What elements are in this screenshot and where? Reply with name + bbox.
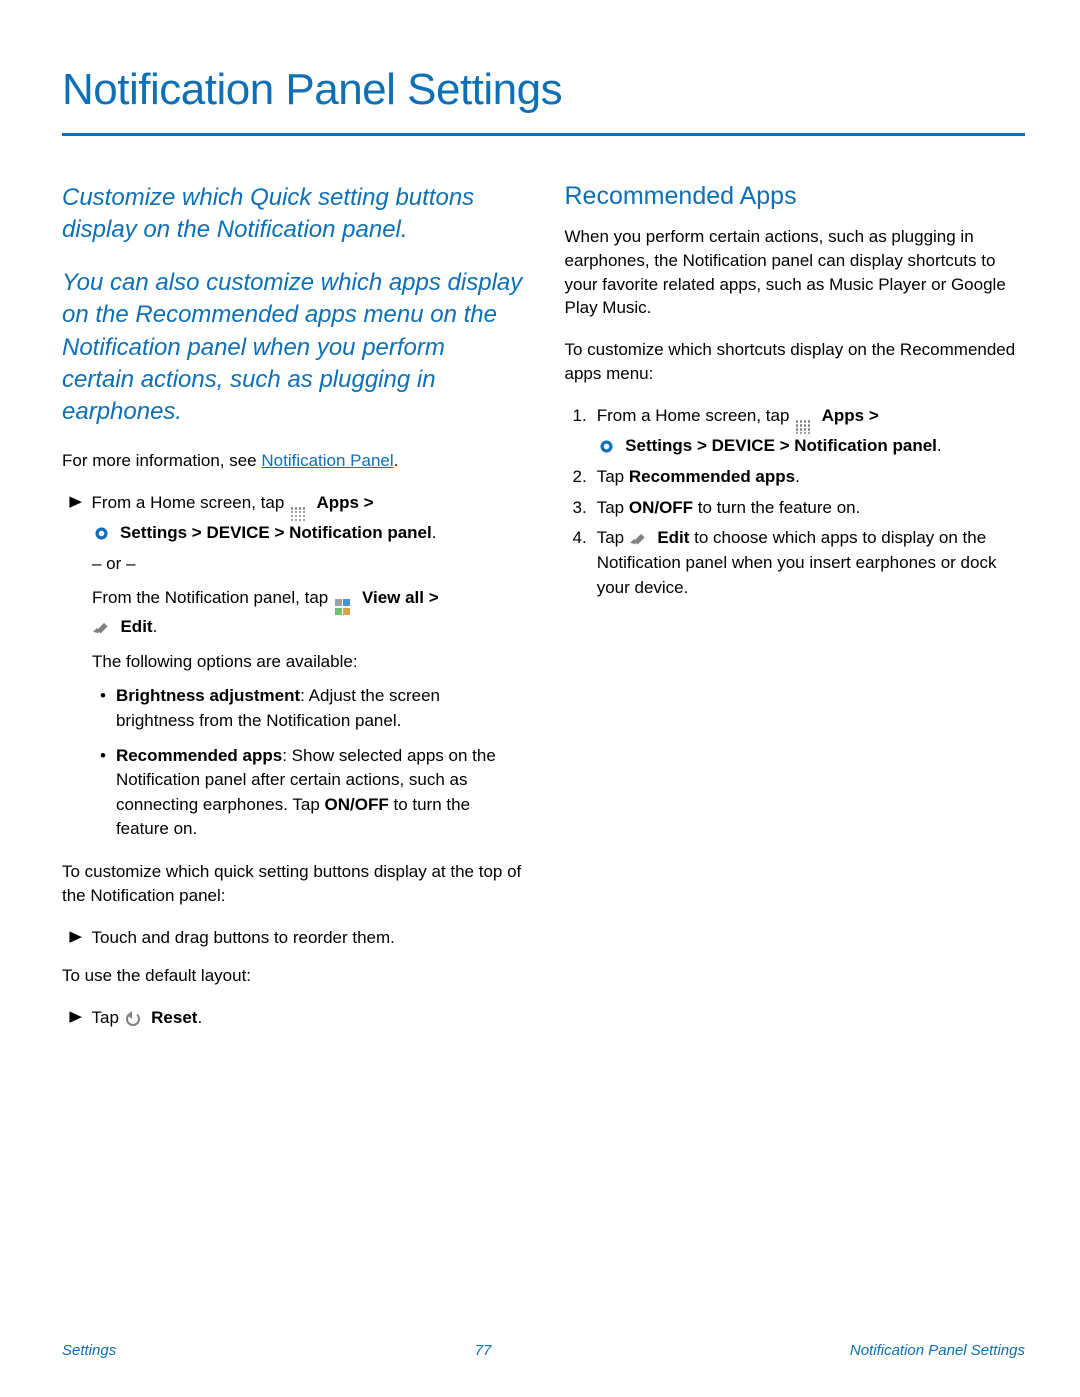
s3-c: to turn the feature on.: [693, 498, 860, 517]
num-3: [573, 496, 587, 521]
triangle-icon: ▶: [69, 491, 82, 546]
pencil-icon: [94, 619, 109, 634]
step-2: Tap Recommended apps.: [565, 465, 1026, 490]
bullet-recommended: • Recommended apps: Show selected apps o…: [92, 744, 523, 843]
step-4: Tap Edit to choose which apps to display…: [565, 526, 1026, 600]
apps-gt: Apps >: [312, 493, 374, 512]
notification-panel-link[interactable]: Notification Panel: [261, 451, 393, 470]
edit-bold: Edit.: [116, 617, 158, 636]
apps-grid-icon: [291, 507, 305, 521]
step-reset: ▶ Tap Reset.: [62, 1006, 523, 1031]
settings-gear-icon: [94, 526, 109, 541]
intro-1: Customize which Quick setting buttons di…: [62, 182, 523, 247]
apps-grid-icon: [796, 420, 810, 434]
footer-left: Settings: [62, 1342, 116, 1359]
settings-path: Settings > DEVICE > Notification panel.: [115, 523, 436, 542]
s1-apps: Apps >: [817, 406, 879, 425]
from-home-text: From a Home screen, tap: [92, 493, 289, 512]
tap-text: Tap: [92, 1008, 124, 1027]
triangle-icon: ▶: [69, 1006, 82, 1031]
period: .: [394, 451, 399, 470]
options-intro: The following options are available:: [92, 650, 523, 675]
default-intro: To use the default layout:: [62, 964, 523, 988]
num-2: [573, 465, 587, 490]
footer: Settings 77 Notification Panel Settings: [62, 1342, 1025, 1359]
or-separator: – or –: [92, 552, 523, 577]
title-rule: [62, 133, 1025, 136]
footer-page-number: 77: [475, 1342, 492, 1359]
s2-tap: Tap: [597, 467, 629, 486]
onoff-bold: ON/OFF: [325, 795, 389, 814]
reorder-text: Touch and drag buttons to reorder them.: [92, 926, 523, 951]
customize-intro: To customize which quick setting buttons…: [62, 860, 523, 908]
from-panel: From the Notification panel, tap View al…: [92, 586, 523, 639]
bullet-dot-icon: •: [100, 744, 106, 843]
left-column: Customize which Quick setting buttons di…: [62, 182, 523, 1037]
view-all-tiles-icon: [335, 599, 351, 615]
s1-path: Settings > DEVICE > Notification panel.: [620, 436, 941, 455]
brightness-label: Brightness adjustment: [116, 686, 300, 705]
more-info: For more information, see Notification P…: [62, 449, 523, 473]
more-info-prefix: For more information, see: [62, 451, 261, 470]
page-title: Notification Panel Settings: [62, 65, 1025, 115]
s3-tap: Tap: [597, 498, 629, 517]
two-columns: Customize which Quick setting buttons di…: [62, 182, 1025, 1037]
view-all-gt: View all >: [357, 588, 438, 607]
footer-right: Notification Panel Settings: [850, 1342, 1025, 1359]
reset-bold: Reset.: [146, 1008, 202, 1027]
s3-bold: ON/OFF: [629, 498, 693, 517]
num-1: [573, 404, 587, 459]
right-p1: When you perform certain actions, such a…: [565, 225, 1026, 320]
num-4: [573, 526, 587, 600]
right-p2: To customize which shortcuts display on …: [565, 338, 1026, 386]
pencil-icon: [631, 530, 646, 545]
step-1: From a Home screen, tap Apps > Settings …: [565, 404, 1026, 459]
s4-edit: Edit: [653, 528, 690, 547]
s4-tap: Tap: [597, 528, 629, 547]
recommended-label: Recommended apps: [116, 746, 282, 765]
period: .: [795, 467, 800, 486]
recommended-apps-heading: Recommended Apps: [565, 182, 1026, 211]
bullet-dot-icon: •: [100, 684, 106, 733]
step-reorder: ▶ Touch and drag buttons to reorder them…: [62, 926, 523, 951]
triangle-icon: ▶: [69, 926, 82, 951]
step-from-home: ▶ From a Home screen, tap Apps > Setting…: [62, 491, 523, 546]
s1-text: From a Home screen, tap: [597, 406, 794, 425]
step-3: Tap ON/OFF to turn the feature on.: [565, 496, 1026, 521]
from-panel-text: From the Notification panel, tap: [92, 588, 333, 607]
intro-2: You can also customize which apps displa…: [62, 267, 523, 429]
bullet-brightness: • Brightness adjustment: Adjust the scre…: [92, 684, 523, 733]
right-column: Recommended Apps When you perform certai…: [565, 182, 1026, 1037]
reset-icon: [126, 1012, 140, 1026]
settings-gear-icon: [599, 439, 614, 454]
s2-bold: Recommended apps: [629, 467, 795, 486]
